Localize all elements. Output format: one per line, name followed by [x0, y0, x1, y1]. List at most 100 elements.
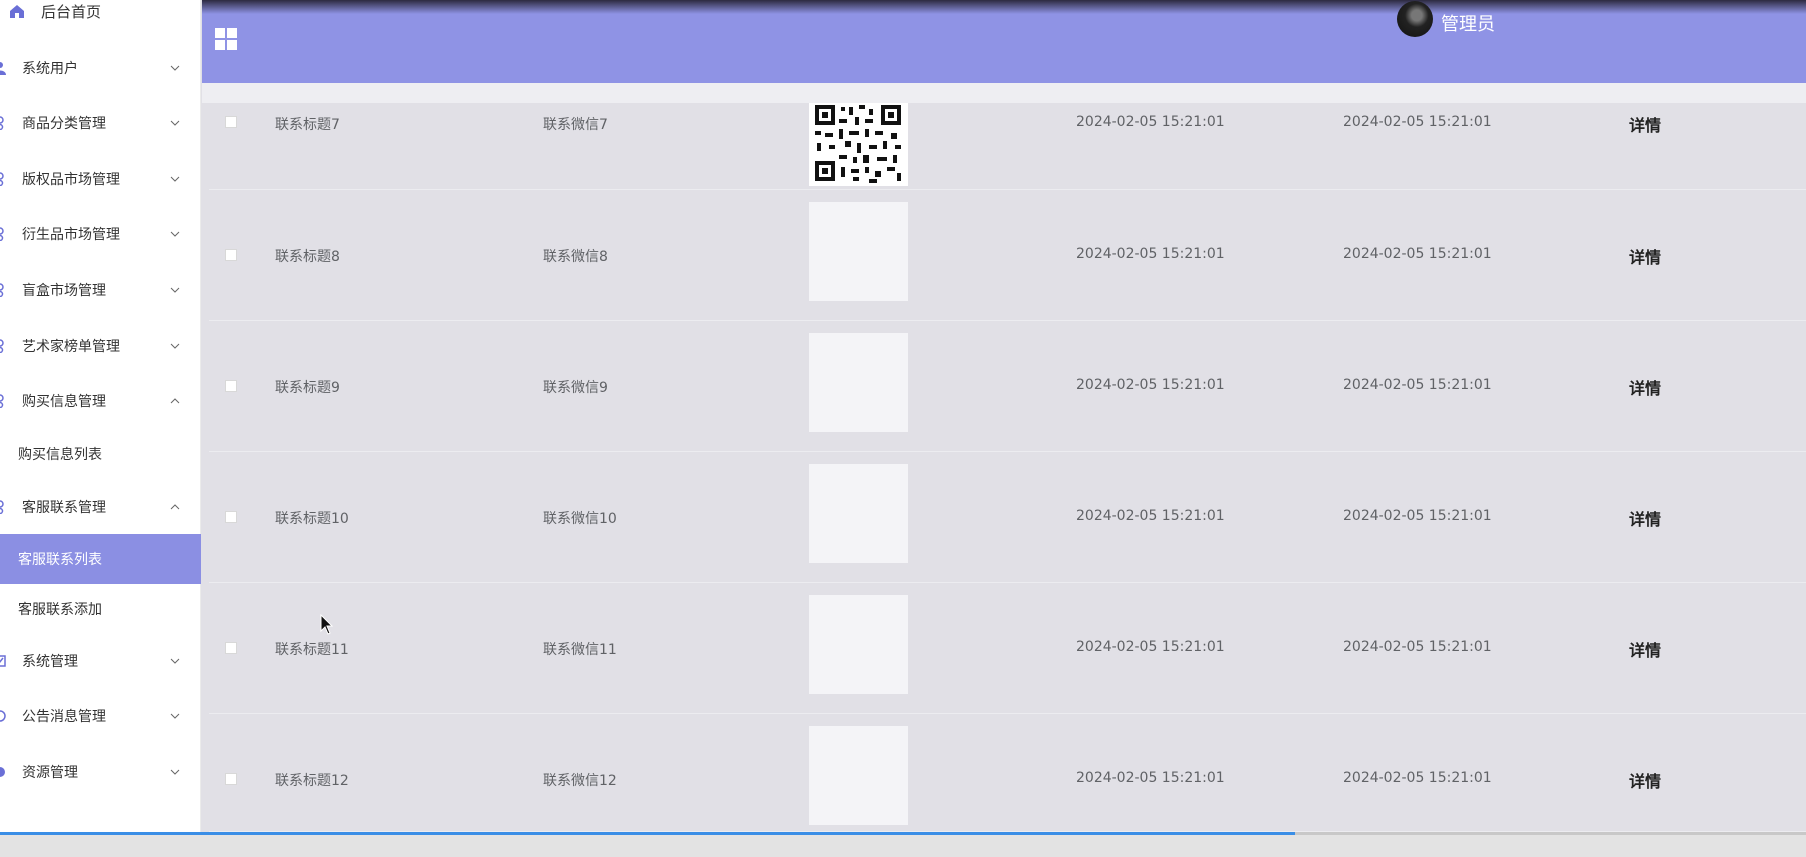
sidebar-item-system-management[interactable]: 系统管理 [0, 637, 201, 685]
sidebar-item-derivative-market[interactable]: 衍生品市场管理 [0, 210, 201, 258]
sidebar-item-label: 商品分类管理 [22, 116, 106, 132]
table-row: 联系标题8 联系微信8 2024-02-05 15:21:01 2024-02-… [209, 190, 1806, 321]
cell-created-time: 2024-02-05 15:21:01 [1076, 377, 1225, 393]
detail-button[interactable]: 详情 [1629, 506, 1661, 530]
sidebar-item-announcements[interactable]: 公告消息管理 [0, 692, 201, 740]
sidebar-item-label: 客服联系管理 [22, 500, 106, 516]
sidebar-subitem-label: 客服联系列表 [18, 552, 102, 568]
cell-title: 联系标题8 [275, 249, 340, 265]
sidebar-item-label: 系统管理 [22, 654, 78, 670]
bottom-scrollbar[interactable] [0, 832, 1806, 857]
cell-wechat: 联系微信11 [543, 642, 617, 658]
chevron-down-icon [170, 713, 180, 719]
sidebar-item-copyright-market[interactable]: 版权品市场管理 [0, 155, 201, 203]
chevron-up-icon [170, 504, 180, 510]
module-icon [0, 500, 4, 514]
row-checkbox[interactable] [225, 249, 237, 261]
checkbox-icon [0, 655, 6, 667]
cell-updated-time: 2024-02-05 15:21:01 [1343, 246, 1492, 262]
cell-wechat: 联系微信7 [543, 117, 608, 133]
cell-created-time: 2024-02-05 15:21:01 [1076, 639, 1225, 655]
sidebar-subitem-label: 客服联系添加 [18, 602, 102, 618]
cell-wechat: 联系微信12 [543, 773, 617, 789]
row-checkbox[interactable] [225, 773, 237, 785]
chevron-down-icon [170, 769, 180, 775]
sidebar-item-label: 资源管理 [22, 765, 78, 781]
sidebar-item-label: 盲盒市场管理 [22, 283, 106, 299]
sidebar-item-label: 艺术家榜单管理 [22, 339, 120, 355]
cell-updated-time: 2024-02-05 15:21:01 [1343, 770, 1492, 786]
table-row: 联系标题7 联系微信7 2024-02-05 15:21:01 2024-02-… [209, 86, 1806, 190]
module-icon [0, 283, 4, 297]
chevron-down-icon [170, 287, 180, 293]
sidebar-item-artist-ranking[interactable]: 艺术家榜单管理 [0, 322, 201, 370]
header-shade [202, 0, 1806, 14]
cell-title: 联系标题11 [275, 642, 349, 658]
cell-updated-time: 2024-02-05 15:21:01 [1343, 508, 1492, 524]
cell-updated-time: 2024-02-05 15:21:01 [1343, 377, 1492, 393]
admin-name[interactable]: 管理员 [1441, 10, 1495, 36]
qr-code-image [809, 726, 908, 825]
avatar[interactable] [1397, 1, 1433, 37]
sidebar-subitem-service-list[interactable]: 客服联系列表 [0, 534, 201, 584]
progress-track [1295, 832, 1806, 835]
cell-wechat: 联系微信10 [543, 511, 617, 527]
qr-code-image [809, 103, 908, 186]
chevron-down-icon [170, 176, 180, 182]
cell-updated-time: 2024-02-05 15:21:01 [1343, 114, 1492, 130]
cell-title: 联系标题9 [275, 380, 340, 396]
sidebar-subitem-label: 购买信息列表 [18, 447, 102, 463]
sidebar-item-customer-service[interactable]: 客服联系管理 [0, 483, 201, 531]
table-row: 联系标题9 联系微信9 2024-02-05 15:21:01 2024-02-… [209, 321, 1806, 452]
chevron-up-icon [170, 398, 180, 404]
qr-code-image [809, 595, 908, 694]
sidebar-item-category[interactable]: 商品分类管理 [0, 99, 201, 147]
detail-button[interactable]: 详情 [1629, 768, 1661, 792]
module-icon [0, 394, 4, 408]
sidebar-item-resources[interactable]: 资源管理 [0, 748, 201, 796]
row-checkbox[interactable] [225, 642, 237, 654]
sidebar-subitem-purchase-list[interactable]: 购买信息列表 [0, 429, 201, 479]
table-row: 联系标题12 联系微信12 2024-02-05 15:21:01 2024-0… [209, 714, 1806, 832]
cell-wechat: 联系微信8 [543, 249, 608, 265]
chevron-down-icon [170, 343, 180, 349]
cell-title: 联系标题12 [275, 773, 349, 789]
progress-line [0, 832, 1295, 835]
module-icon [0, 172, 4, 186]
detail-button[interactable]: 详情 [1629, 637, 1661, 661]
detail-button[interactable]: 详情 [1629, 375, 1661, 399]
qr-code-image [809, 333, 908, 432]
table-row: 联系标题11 联系微信11 2024-02-05 15:21:01 2024-0… [209, 583, 1806, 714]
cell-created-time: 2024-02-05 15:21:01 [1076, 114, 1225, 130]
sidebar-item-label: 购买信息管理 [22, 394, 106, 410]
grid-menu-icon[interactable] [215, 28, 237, 50]
cell-title: 联系标题7 [275, 117, 340, 133]
sidebar-item-label: 公告消息管理 [22, 709, 106, 725]
cell-updated-time: 2024-02-05 15:21:01 [1343, 639, 1492, 655]
detail-button[interactable]: 详情 [1629, 112, 1661, 136]
cell-title: 联系标题10 [275, 511, 349, 527]
sidebar-item-system-users[interactable]: 系统用户 [0, 44, 201, 92]
qr-code-image [809, 202, 908, 301]
chevron-down-icon [170, 65, 180, 71]
sidebar: 后台首页 系统用户 商品分类管理 版权品市场管理 衍生品市场管理 盲盒市场管理 … [0, 0, 201, 857]
sidebar-item-blindbox-market[interactable]: 盲盒市场管理 [0, 266, 201, 314]
row-checkbox[interactable] [225, 380, 237, 392]
cell-created-time: 2024-02-05 15:21:01 [1076, 508, 1225, 524]
top-header: 管理员 [202, 0, 1806, 83]
circle-icon [0, 710, 6, 722]
sidebar-home-label: 后台首页 [41, 3, 102, 21]
row-checkbox[interactable] [225, 116, 237, 128]
home-icon [10, 5, 24, 18]
module-icon [0, 339, 4, 353]
module-icon [0, 116, 4, 130]
row-checkbox[interactable] [225, 511, 237, 523]
sidebar-home[interactable]: 后台首页 [0, 0, 201, 26]
sidebar-subitem-service-add[interactable]: 客服联系添加 [0, 584, 201, 634]
sidebar-item-label: 系统用户 [22, 61, 78, 77]
sidebar-item-purchase-info[interactable]: 购买信息管理 [0, 377, 201, 425]
table-row: 联系标题10 联系微信10 2024-02-05 15:21:01 2024-0… [209, 452, 1806, 583]
qr-code-image [809, 464, 908, 563]
detail-button[interactable]: 详情 [1629, 244, 1661, 268]
cell-wechat: 联系微信9 [543, 380, 608, 396]
